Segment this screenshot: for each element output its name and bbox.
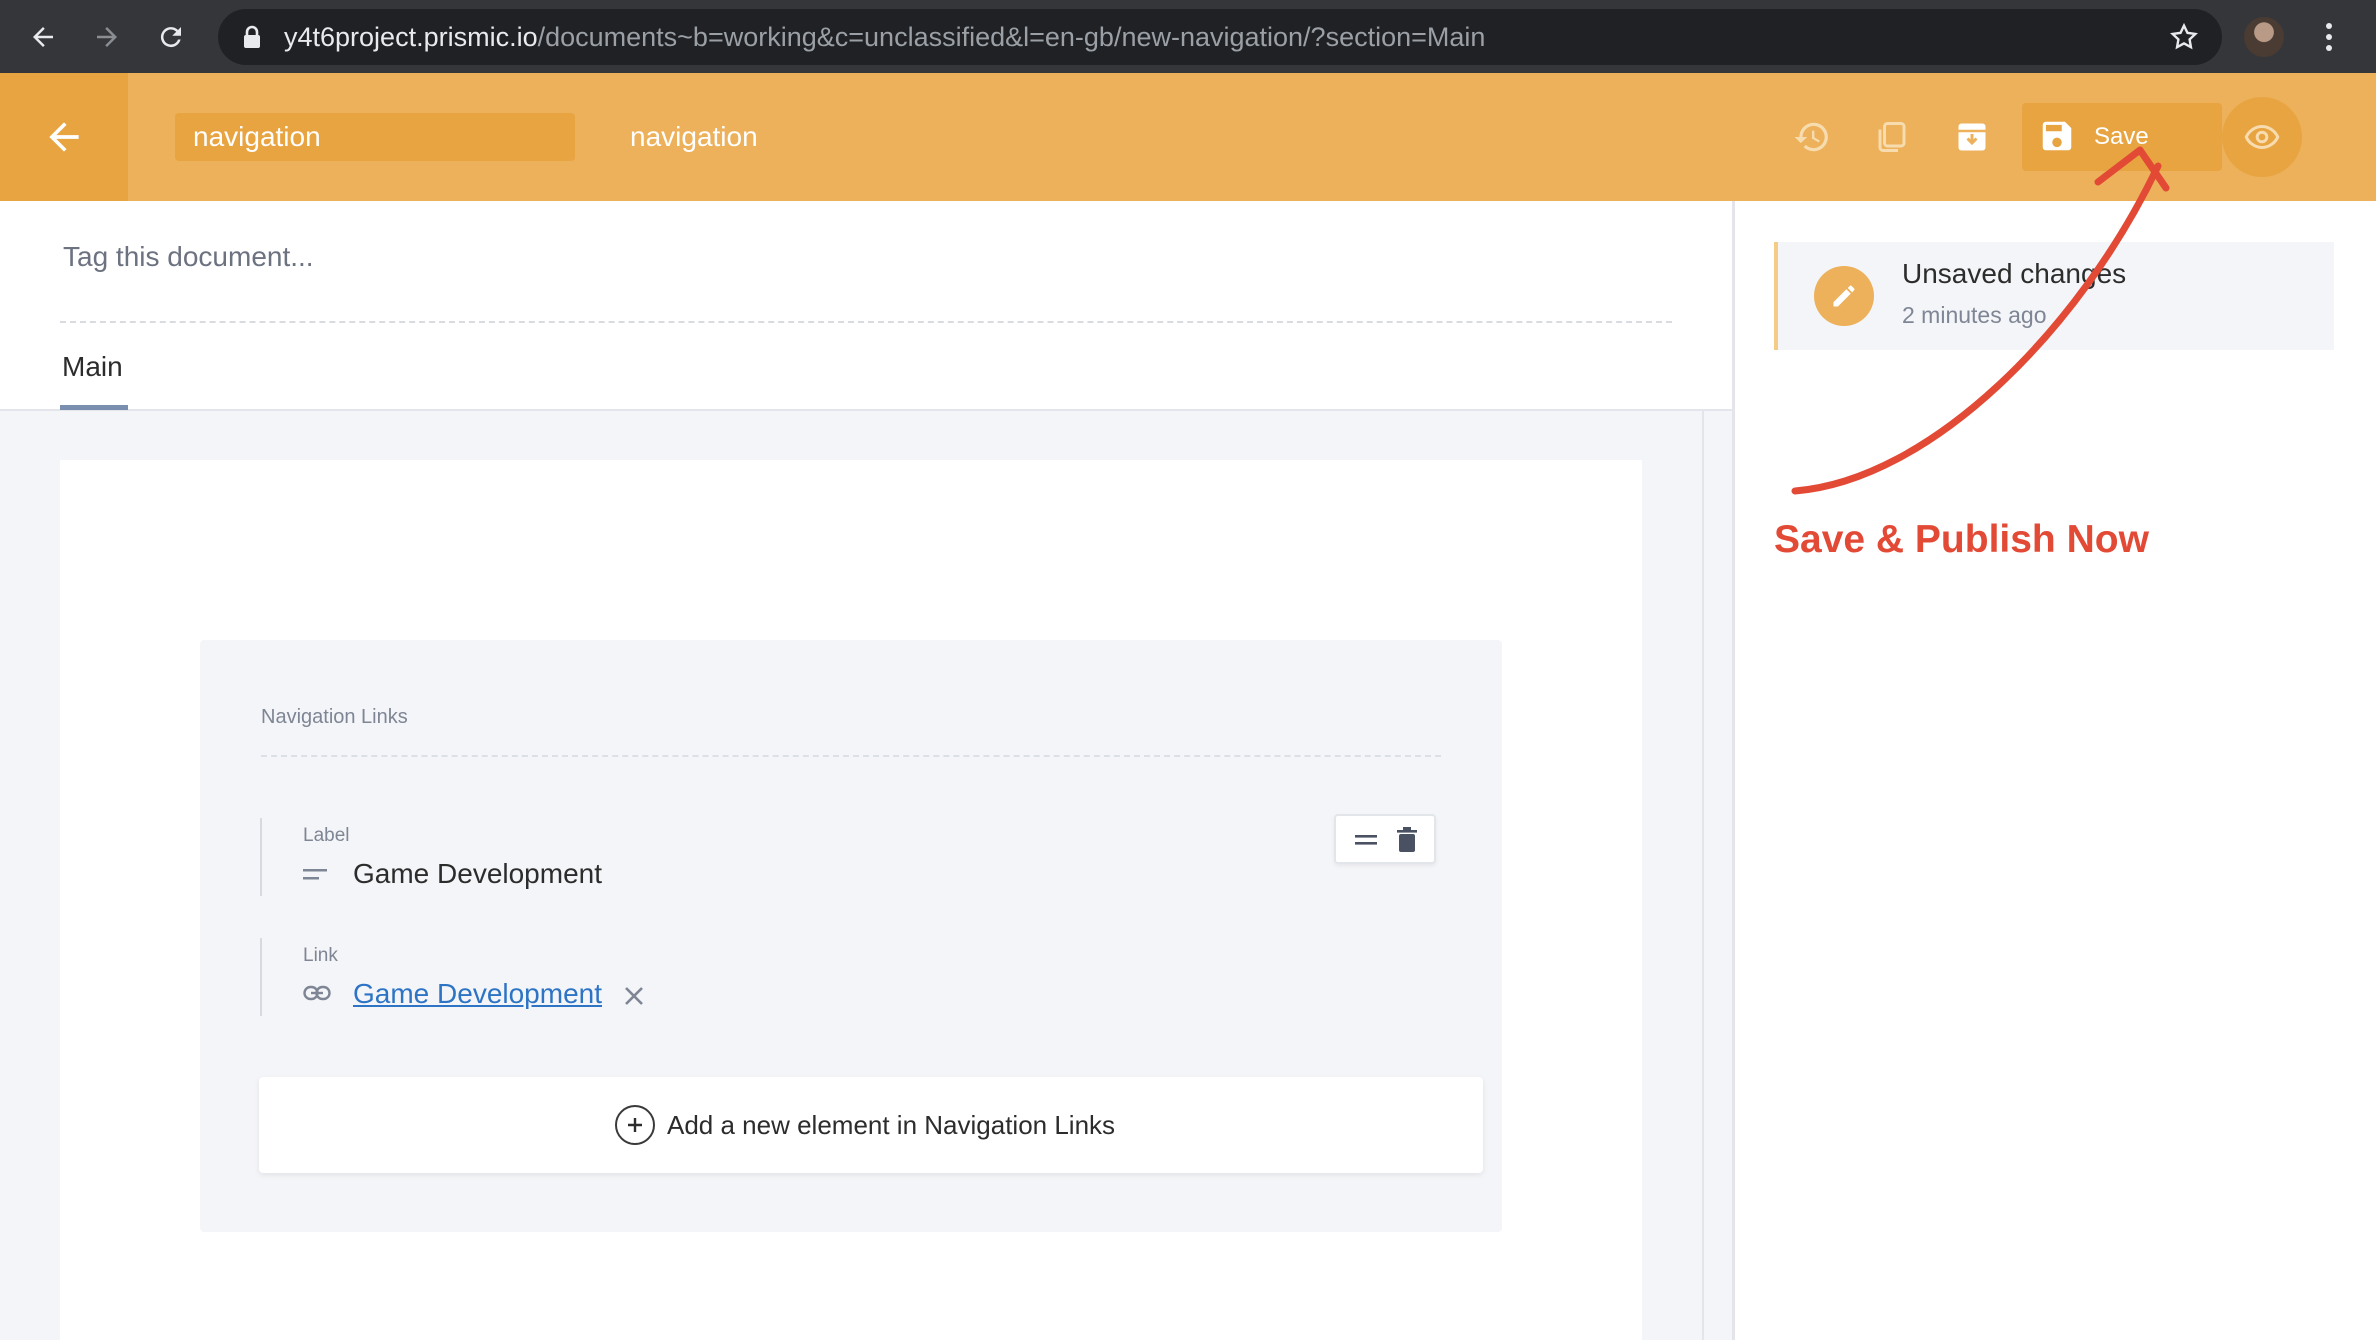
text-field-icon [303,868,329,887]
save-button[interactable]: Save [2022,103,2222,171]
preview-eye-icon [2244,124,2280,150]
custom-type-label: navigation [630,121,758,152]
scrollbar-track[interactable] [1702,411,1732,1340]
status-indicator [1814,266,1874,326]
divider [261,755,1441,757]
bookmark-star-icon[interactable] [2168,21,2200,58]
status-sidebar [1732,201,2376,1340]
status-title: Unsaved changes [1902,258,2127,289]
editor-header: Tag this document... Main [0,201,1732,411]
tag-input[interactable]: Tag this document... [63,241,314,273]
label-field-input[interactable]: Game Development [353,858,602,890]
delete-icon[interactable] [1396,827,1418,858]
field-indicator [260,818,262,896]
browser-forward-icon[interactable] [82,12,132,62]
url-text: y4t6project.prismic.io/documents~b=worki… [284,9,1485,65]
browser-reload-icon[interactable] [146,12,196,62]
link-field-value[interactable]: Game Development [353,978,602,1010]
active-tab-indicator [60,405,128,410]
browser-toolbar: y4t6project.prismic.io/documents~b=worki… [0,0,2376,73]
address-bar[interactable]: y4t6project.prismic.io/documents~b=worki… [218,9,2222,65]
url-host: y4t6project.prismic.io [284,22,538,52]
divider [60,321,1672,323]
add-element-button[interactable]: Add a new element in Navigation Links [259,1077,1483,1173]
item-actions [1334,814,1436,864]
drag-handle-icon[interactable] [1354,829,1380,856]
browser-back-icon[interactable] [18,12,68,62]
remove-link-icon[interactable] [620,982,648,1010]
save-label: Save [2094,123,2149,150]
profile-avatar[interactable] [2244,17,2284,57]
tab-main[interactable]: Main [62,351,123,383]
annotation-text: Save & Publish Now [1774,518,2149,561]
document-header: navigation navigation Save [0,73,2376,201]
label-field-label: Label [303,825,350,846]
link-icon [303,985,331,1006]
document-title-input[interactable]: navigation [175,113,575,161]
history-icon[interactable] [1790,115,1834,159]
url-path: /documents~b=working&c=unclassified&l=en… [537,22,1486,52]
lock-icon [242,25,262,54]
browser-menu-icon[interactable] [2314,17,2344,57]
field-indicator [260,938,262,1016]
back-button[interactable] [0,73,128,201]
group-title: Navigation Links [261,706,408,728]
save-icon [2038,117,2076,160]
duplicate-icon[interactable] [1870,115,1914,159]
link-field-label: Link [303,945,338,966]
plus-icon [615,1105,655,1145]
preview-button[interactable] [2222,97,2302,177]
back-arrow-icon [49,122,79,152]
archive-icon[interactable] [1950,115,1994,159]
pencil-icon [1833,285,1855,307]
status-timestamp: 2 minutes ago [1902,302,2047,328]
add-element-label: Add a new element in Navigation Links [667,1110,1116,1140]
